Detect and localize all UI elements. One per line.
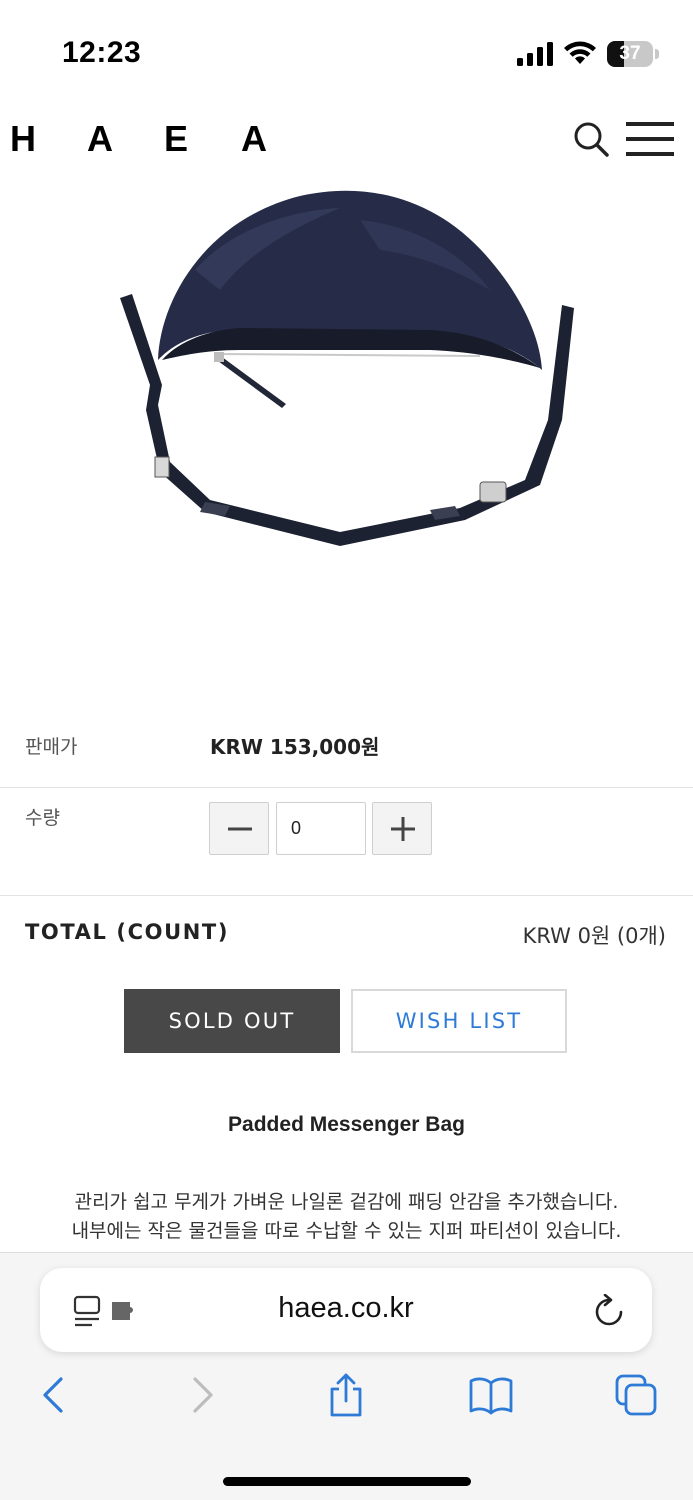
browser-toolbar: haea.co.kr xyxy=(0,1252,693,1500)
forward-icon[interactable] xyxy=(180,1373,224,1417)
back-icon[interactable] xyxy=(32,1373,76,1417)
logo-letter: E xyxy=(164,118,189,159)
quantity-label: 수량 xyxy=(25,807,60,829)
total-label: TOTAL (COUNT) xyxy=(25,920,230,944)
search-icon[interactable] xyxy=(572,120,612,160)
price-label: 판매가 xyxy=(25,736,78,758)
total-value: KRW 0원 (0개) xyxy=(522,924,666,948)
reload-icon[interactable] xyxy=(593,1294,625,1328)
home-indicator xyxy=(223,1477,471,1486)
minus-icon xyxy=(228,827,252,831)
bookmarks-icon[interactable] xyxy=(469,1373,513,1417)
description-line: 내부에는 작은 물건들을 따로 수납할 수 있는 지퍼 파티션이 있습니다. xyxy=(71,1220,622,1242)
quantity-row: 수량 xyxy=(0,789,693,896)
battery-icon: 37 xyxy=(607,41,659,67)
status-time: 12:23 xyxy=(62,36,142,69)
address-bar[interactable]: haea.co.kr xyxy=(40,1268,652,1352)
sold-out-button[interactable]: SOLD OUT xyxy=(124,989,340,1053)
product-description: 관리가 쉽고 무게가 가벼운 나일론 겉감에 패딩 안감을 추가했습니다. 내부… xyxy=(0,1188,693,1246)
price-value: KRW 153,000원 xyxy=(210,735,380,759)
url-text[interactable]: haea.co.kr xyxy=(40,1292,652,1325)
share-icon[interactable] xyxy=(324,1373,368,1417)
logo[interactable]: H A E A xyxy=(10,118,318,160)
price-row: 판매가 KRW 153,000원 xyxy=(0,718,693,788)
plus-icon xyxy=(391,817,415,841)
description-line: 관리가 쉽고 무게가 가벼운 나일론 겉감에 패딩 안감을 추가했습니다. xyxy=(74,1191,619,1213)
logo-letter: A xyxy=(241,118,267,159)
signal-icon xyxy=(517,42,553,66)
battery-level: 37 xyxy=(619,43,641,64)
status-bar: 12:23 37 xyxy=(0,0,693,100)
quantity-input[interactable] xyxy=(276,802,366,855)
quantity-decrease-button[interactable] xyxy=(209,802,269,855)
quantity-increase-button[interactable] xyxy=(372,802,432,855)
logo-letter: A xyxy=(87,118,113,159)
site-header: H A E A xyxy=(0,100,693,180)
logo-letter: H xyxy=(10,118,36,159)
menu-icon[interactable] xyxy=(626,122,674,156)
wish-list-button[interactable]: WISH LIST xyxy=(351,989,567,1053)
tabs-icon[interactable] xyxy=(614,1373,658,1417)
product-name: Padded Messenger Bag xyxy=(228,1113,465,1136)
product-image xyxy=(120,190,574,546)
wifi-icon xyxy=(564,41,596,64)
